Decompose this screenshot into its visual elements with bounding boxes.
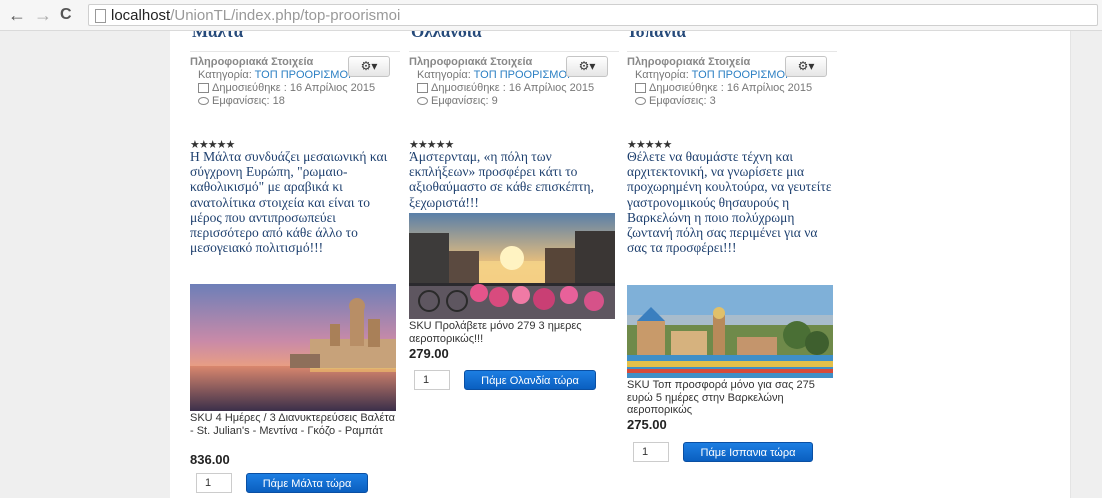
- hits-line: Εμφανίσεις: 9: [409, 95, 639, 108]
- forward-icon[interactable]: →: [34, 5, 52, 25]
- product-sku: SKU Τοπ προσφορά μόνο για σας 275 ευρώ 5…: [627, 379, 815, 416]
- eye-icon: [198, 97, 209, 106]
- article-title-cut: Ισπανία: [627, 31, 837, 52]
- eye-icon: [417, 97, 428, 106]
- category-link[interactable]: ΤΟΠ ΠΡΟΟΡΙΣΜΟΙ: [474, 69, 570, 81]
- buy-button[interactable]: Πάμε Ολανδία τώρα: [464, 370, 596, 390]
- barcelona-image[interactable]: [627, 285, 833, 378]
- product-price: 836.00: [190, 452, 230, 467]
- malta-image[interactable]: [190, 284, 396, 411]
- product-price: 275.00: [627, 417, 667, 432]
- category-link[interactable]: ΤΟΠ ΠΡΟΟΡΙΣΜΟΙ: [692, 69, 788, 81]
- buy-button[interactable]: Πάμε Ισπανια τώρα: [683, 442, 813, 462]
- product-sku: SKU 4 Ημέρες / 3 Διανυκτερεύσεις Βαλέτα …: [190, 412, 395, 437]
- page-border: [1070, 31, 1071, 498]
- article-intro: Θέλετε να θαυμάστε τέχνη και αρχιτεκτονι…: [627, 149, 832, 256]
- calendar-icon: [198, 83, 209, 94]
- page-icon: [95, 9, 106, 23]
- product-sku: SKU Προλάβετε μόνο 279 3 ημερες αεροπορι…: [409, 320, 582, 345]
- url-text: localhost/UnionTL/index.php/top-proorism…: [111, 7, 401, 24]
- buy-button[interactable]: Πάμε Μάλτα τώρα: [246, 473, 368, 493]
- published-line: Δημοσιεύθηκε : 16 Απρίλιος 2015: [190, 82, 420, 95]
- category-link[interactable]: ΤΟΠ ΠΡΟΟΡΙΣΜΟΙ: [255, 69, 351, 81]
- article-intro: Άμστερνταμ, «η πόλη των εκπλήξεων» προσφ…: [409, 149, 594, 210]
- address-bar[interactable]: localhost/UnionTL/index.php/top-proorism…: [88, 4, 1098, 26]
- quantity-input[interactable]: 1: [414, 370, 450, 390]
- gear-icon[interactable]: ⚙▾: [566, 56, 608, 77]
- calendar-icon: [635, 83, 646, 94]
- browser-toolbar: ← → C localhost/UnionTL/index.php/top-pr…: [0, 0, 1102, 31]
- eye-icon: [635, 97, 646, 106]
- quantity-input[interactable]: 1: [633, 442, 669, 462]
- back-icon[interactable]: ←: [8, 5, 26, 25]
- amsterdam-image[interactable]: [409, 213, 615, 319]
- gear-icon[interactable]: ⚙▾: [348, 56, 390, 77]
- hits-line: Εμφανίσεις: 18: [190, 95, 420, 108]
- product-price: 279.00: [409, 346, 449, 361]
- quantity-input[interactable]: 1: [196, 473, 232, 493]
- reload-icon[interactable]: C: [60, 5, 72, 25]
- published-line: Δημοσιεύθηκε : 16 Απρίλιος 2015: [409, 82, 639, 95]
- article-title-cut: Μάλτα: [190, 31, 400, 52]
- hits-line: Εμφανίσεις: 3: [627, 95, 857, 108]
- published-line: Δημοσιεύθηκε : 16 Απρίλιος 2015: [627, 82, 857, 95]
- article-intro: Η Μάλτα συνδυάζει μεσαιωνική και σύγχρον…: [190, 149, 388, 256]
- gear-icon[interactable]: ⚙▾: [785, 56, 827, 77]
- article-title-cut: Ολλανδία: [409, 31, 619, 52]
- calendar-icon: [417, 83, 428, 94]
